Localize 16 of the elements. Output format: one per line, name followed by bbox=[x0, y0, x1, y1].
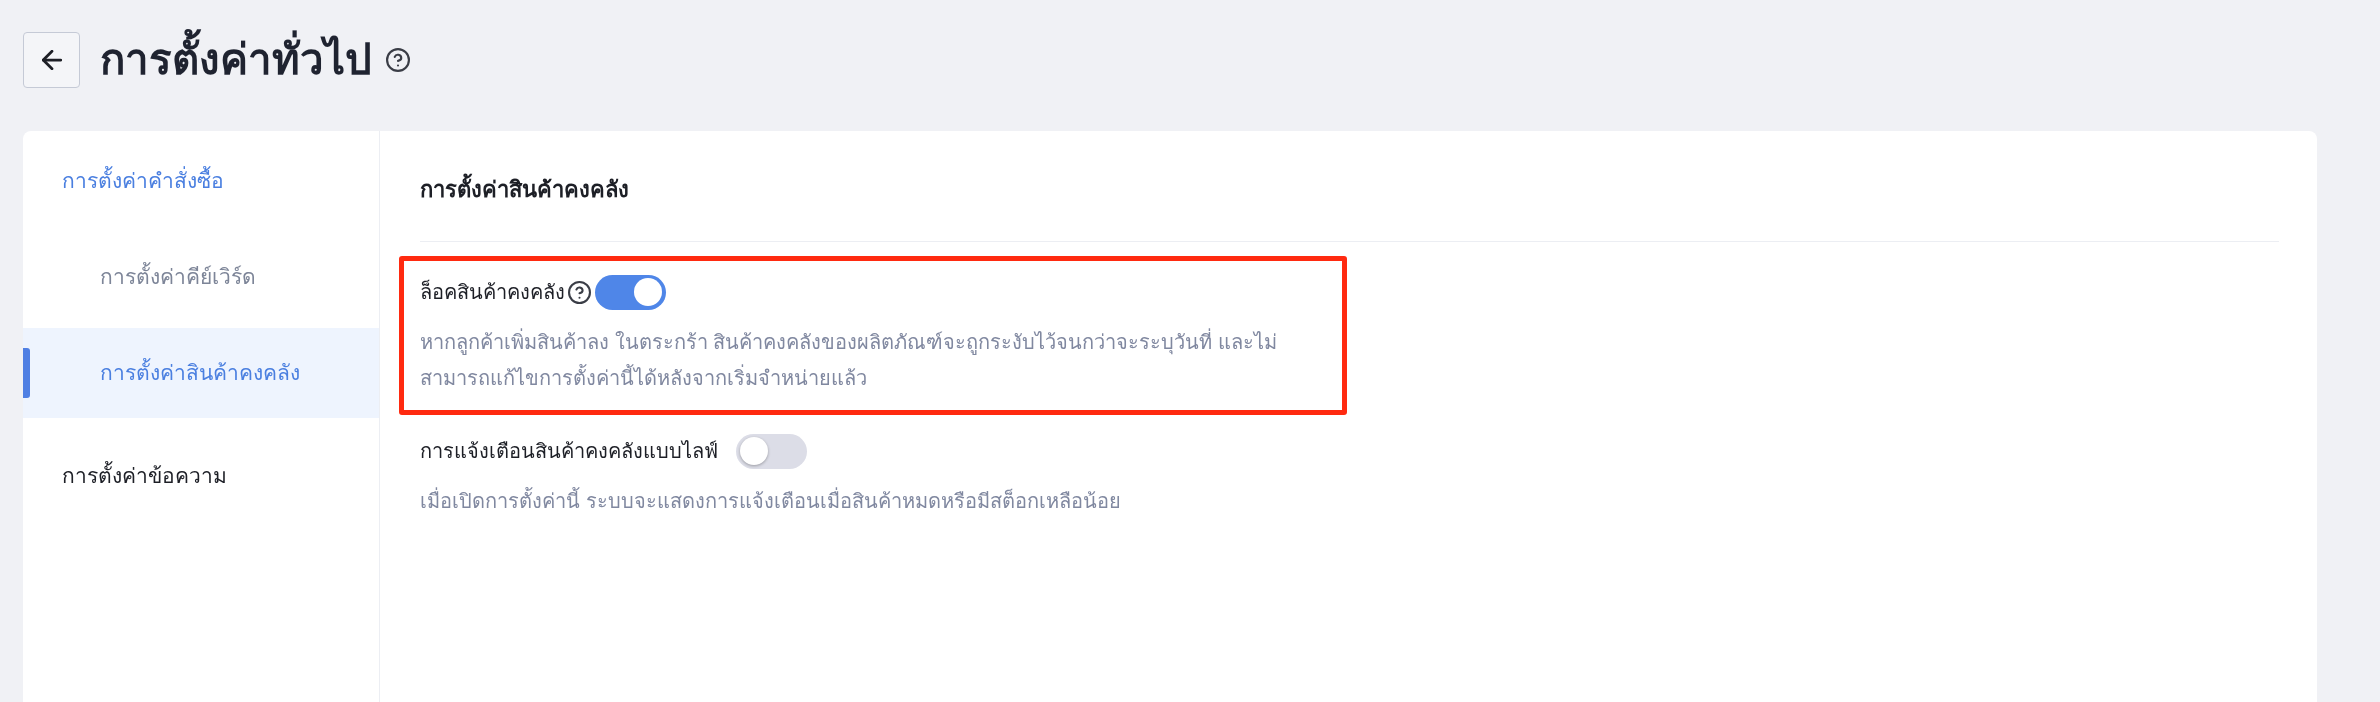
section-title: การตั้งค่าสินค้าคงคลัง bbox=[420, 175, 2279, 205]
sidebar-item[interactable]: การตั้งค่าข้อความ bbox=[23, 431, 379, 521]
sidebar-item[interactable]: การตั้งค่าสินค้าคงคลัง bbox=[23, 328, 379, 418]
back-button[interactable] bbox=[23, 32, 80, 88]
selection-indicator bbox=[23, 348, 30, 398]
sidebar-item[interactable]: การตั้งค่าคีย์เวิร์ด bbox=[23, 232, 379, 322]
help-icon[interactable] bbox=[386, 48, 410, 72]
help-icon[interactable] bbox=[568, 280, 591, 304]
toggle-switch[interactable] bbox=[595, 274, 666, 310]
back-arrow-icon bbox=[41, 50, 62, 70]
setting-description: เมื่อเปิดการตั้งค่านี้ ระบบจะแสดงการแจ้งเตือนเมื่อสินค้าหมดหรือมีสต็อกเหลือน้อย bbox=[420, 483, 1325, 519]
sidebar-item[interactable]: การตั้งค่าคำสั่งซื้อ bbox=[23, 136, 379, 226]
setting-label: การแจ้งเตือนสินค้าคงคลังแบบไลฟ์ bbox=[420, 439, 718, 464]
toggle-switch[interactable] bbox=[736, 433, 807, 469]
setting-description: หากลูกค้าเพิ่มสินค้าลง ในตระกร้า สินค้าคงคลังของผลิตภัณฑ์จะถูกระงับไว้จนกว่าจะระบุวันที่ และไม่สามารถแก้ไขการตั้งค่านี้ได้หลังจากเริ่มจำหน่ายแล้ว bbox=[420, 324, 1325, 396]
setting-label: ล็อคสินค้าคงคลัง bbox=[420, 278, 565, 305]
